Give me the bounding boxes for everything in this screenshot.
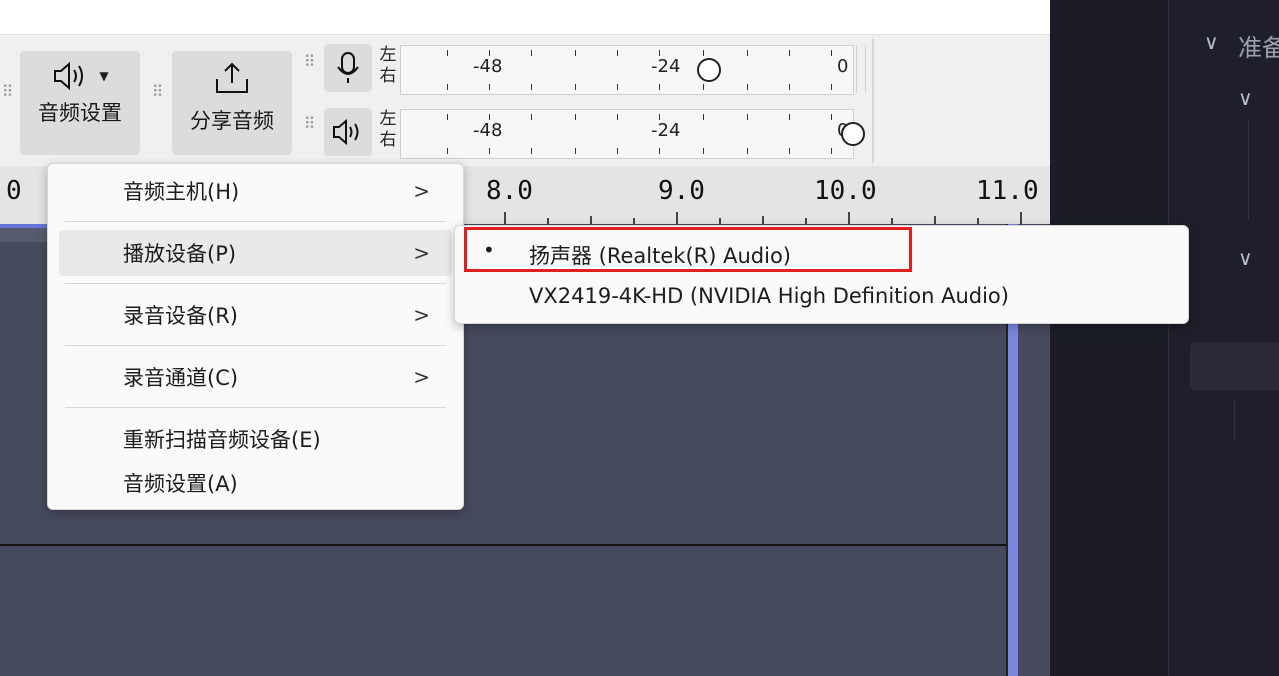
- share-audio-button[interactable]: 分享音频: [172, 51, 292, 155]
- chevron-right-icon: >: [413, 365, 430, 389]
- menu-separator: [65, 221, 446, 222]
- ruler-label: 9.0: [658, 176, 705, 206]
- left-channel-label: 左: [379, 109, 397, 129]
- chevron-down-icon[interactable]: ∨: [1238, 246, 1253, 270]
- menu-separator: [65, 407, 446, 408]
- meter-tick-label: -48: [473, 120, 503, 141]
- meter-tick-label: -48: [473, 56, 503, 77]
- toolbar: ⠿ ▼ 音频设置 ⠿ 分享音频 ⠿ 左 右 -48 -24 0 ⠿ 左 右 -4…: [0, 34, 1050, 167]
- menu-separator: [65, 345, 446, 346]
- speaker-icon: [333, 118, 359, 146]
- chevron-down-icon[interactable]: ∨: [1238, 86, 1253, 110]
- ruler-label: 10.0: [814, 176, 877, 206]
- right-panel-item[interactable]: 准备: [1238, 28, 1279, 63]
- record-volume-slider-handle[interactable]: [697, 58, 721, 82]
- playback-meter-button[interactable]: [324, 108, 372, 156]
- right-panel-content: ∨ 准备 ∨ ∨: [1168, 0, 1279, 676]
- menu-item-label: 播放设备(P): [123, 242, 237, 266]
- toolbar-grip-handle[interactable]: ⠿: [150, 84, 164, 100]
- upload-icon: [213, 61, 251, 99]
- left-channel-label: 左: [379, 45, 397, 65]
- record-meter-button[interactable]: [324, 44, 372, 92]
- share-audio-label: 分享音频: [190, 109, 274, 133]
- toolbar-grip-handle[interactable]: ⠿: [0, 84, 14, 100]
- menu-item-label: 重新扫描音频设备(E): [123, 428, 321, 452]
- ruler-label: 0: [6, 176, 22, 206]
- menu-separator: [65, 283, 446, 284]
- playback-volume-slider-handle[interactable]: [841, 122, 865, 146]
- meter-tick-label: -24: [651, 56, 681, 77]
- title-area: [0, 0, 1050, 34]
- audio-setup-menu: 音频主机(H) > 播放设备(P) > 录音设备(R) > 录音通道(C) > …: [47, 163, 464, 510]
- chevron-down-icon[interactable]: ∨: [1204, 30, 1219, 54]
- menu-item-rescan-devices[interactable]: 重新扫描音频设备(E): [59, 416, 452, 462]
- meter-tick-label: -24: [651, 120, 681, 141]
- right-panel-strip: [1050, 0, 1169, 676]
- tree-guide-line: [1234, 400, 1235, 440]
- right-channel-label: 右: [379, 130, 397, 150]
- meter-edge: [856, 45, 866, 93]
- device-option-label: VX2419-4K-HD (NVIDIA High Definition Aud…: [529, 284, 1009, 308]
- device-option-nvidia[interactable]: VX2419-4K-HD (NVIDIA High Definition Aud…: [455, 274, 1188, 318]
- menu-item-audio-settings[interactable]: 音频设置(A): [59, 460, 452, 506]
- menu-item-audio-host[interactable]: 音频主机(H) >: [59, 168, 452, 214]
- right-channel-label: 右: [379, 66, 397, 86]
- meter-tick-label: 0: [837, 56, 849, 77]
- chevron-right-icon: >: [413, 241, 430, 265]
- audio-settings-label: 音频设置: [38, 101, 122, 125]
- record-meter-channels: 左 右: [377, 45, 399, 87]
- playback-level-meter[interactable]: -48 -24 0: [400, 109, 865, 159]
- menu-item-recording-channels[interactable]: 录音通道(C) >: [59, 354, 452, 400]
- menu-item-playback-device[interactable]: 播放设备(P) >: [59, 230, 452, 276]
- audio-settings-button[interactable]: ▼ 音频设置: [20, 51, 140, 155]
- ruler-label: 11.0: [976, 176, 1039, 206]
- ruler-label: 8.0: [486, 176, 533, 206]
- playback-meter-channels: 左 右: [377, 109, 399, 151]
- chevron-right-icon: >: [413, 303, 430, 327]
- menu-item-label: 音频主机(H): [123, 180, 240, 204]
- chevron-right-icon: >: [413, 179, 430, 203]
- track-divider: [0, 544, 1008, 546]
- highlight-annotation-box: [464, 227, 912, 272]
- menu-item-label: 音频设置(A): [123, 472, 238, 496]
- record-level-meter[interactable]: -48 -24 0: [400, 45, 854, 95]
- tree-guide-line: [1248, 120, 1249, 220]
- toolbar-grip-handle[interactable]: ⠿: [302, 116, 316, 132]
- menu-item-recording-device[interactable]: 录音设备(R) >: [59, 292, 452, 338]
- menu-item-label: 录音设备(R): [123, 304, 238, 328]
- toolbar-grip-handle[interactable]: ⠿: [302, 54, 316, 70]
- toolbar-divider: [872, 39, 874, 163]
- menu-item-label: 录音通道(C): [123, 366, 239, 390]
- microphone-icon: [337, 52, 359, 83]
- right-panel-button[interactable]: [1190, 342, 1279, 390]
- speaker-dropdown-icon: ▼: [51, 61, 109, 91]
